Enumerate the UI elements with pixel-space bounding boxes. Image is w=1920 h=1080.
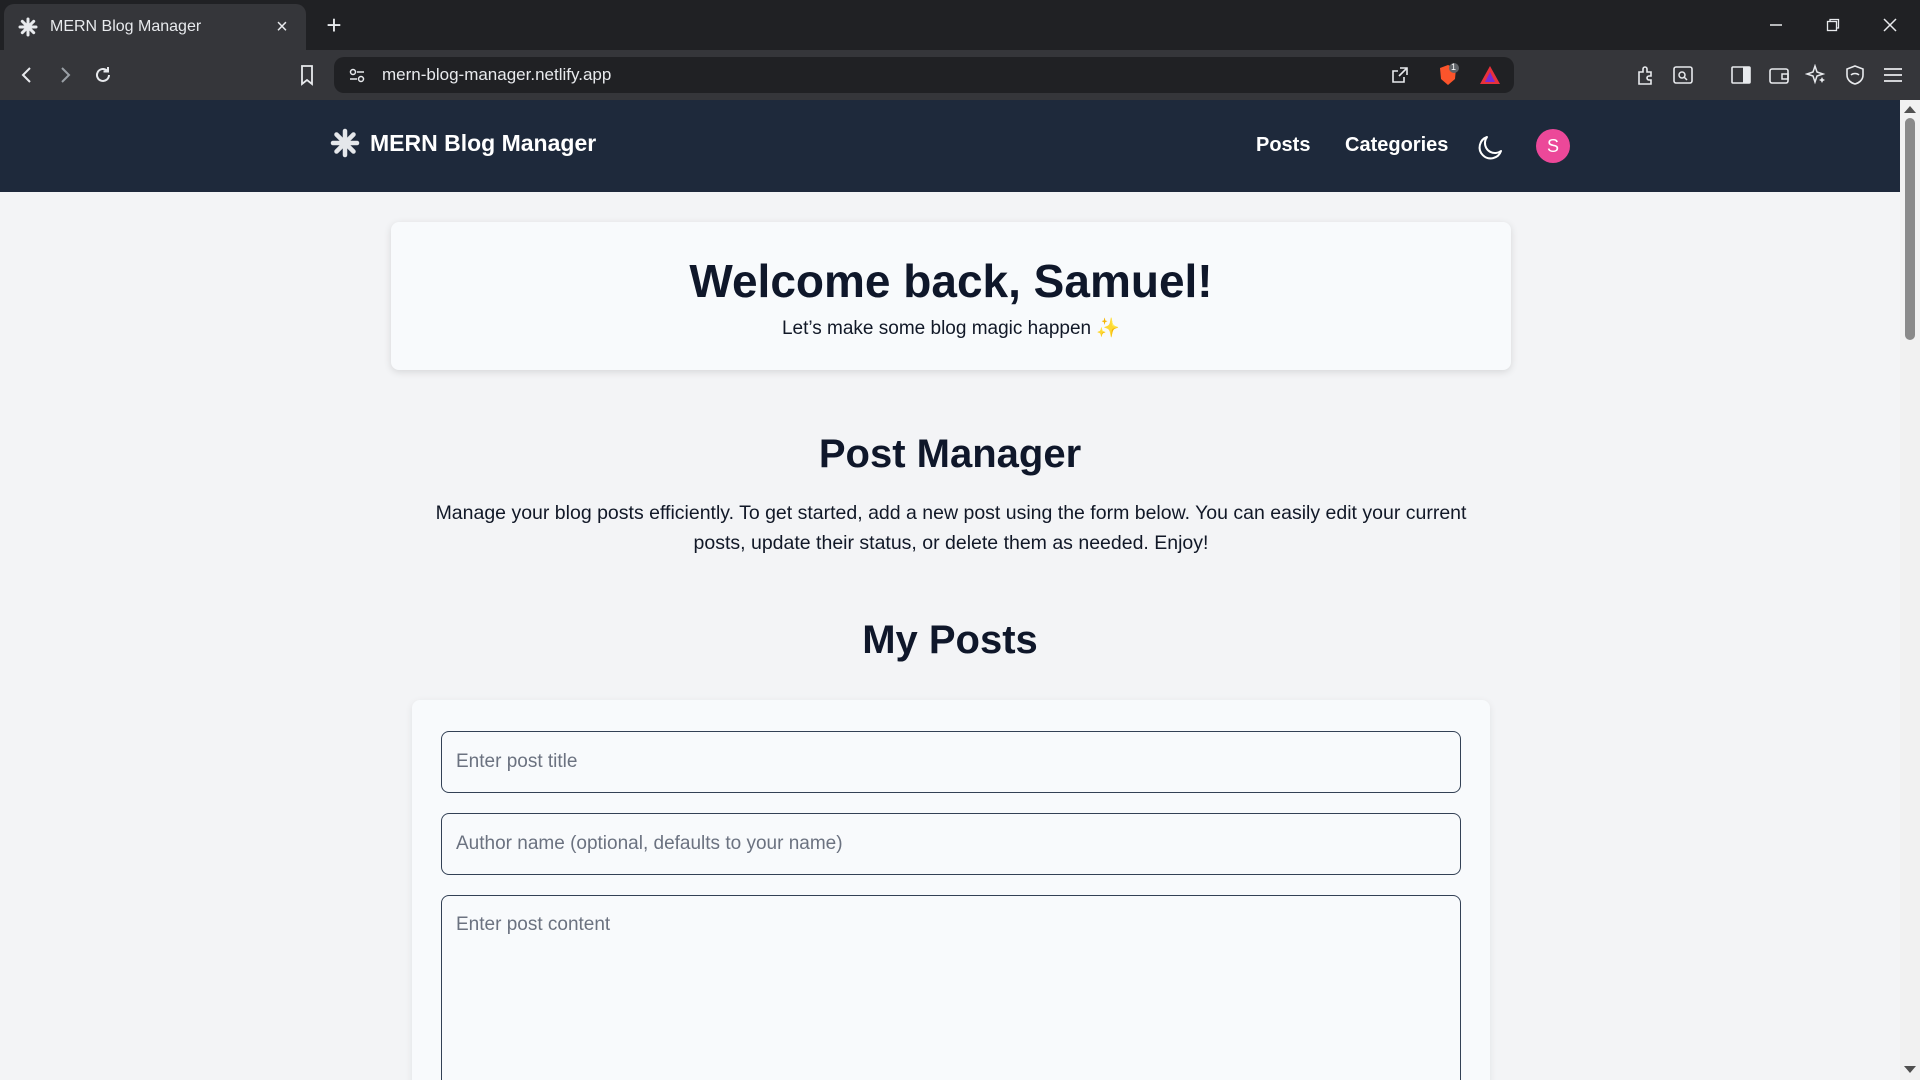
author-name-input[interactable] — [441, 813, 1461, 875]
welcome-title: Welcome back, Samuel! — [689, 255, 1213, 307]
brand-link[interactable]: MERN Blog Manager — [330, 128, 596, 158]
post-manager-description: Manage your blog posts efficiently. To g… — [435, 502, 1467, 554]
new-tab-icon[interactable]: + — [320, 10, 348, 40]
bookmark-icon[interactable] — [294, 62, 320, 88]
nav-posts[interactable]: Posts — [1256, 134, 1310, 157]
asterisk-icon — [18, 17, 38, 37]
scroll-up-arrow-icon[interactable] — [1904, 106, 1916, 113]
app-header: MERN Blog Manager Posts Categories — [0, 100, 1900, 192]
wallet-icon[interactable] — [1766, 62, 1792, 88]
page-scrollbar[interactable] — [1900, 100, 1920, 1080]
nav-categories[interactable]: Categories — [1345, 134, 1448, 157]
avatar-initial: S — [1546, 135, 1559, 156]
welcome-subtitle: Let’s make some blog magic happen ✨ — [781, 318, 1121, 339]
brave-rewards-icon[interactable] — [1479, 65, 1501, 90]
post-manager-title: Post Manager — [818, 432, 1082, 476]
tab-title: MERN Blog Manager — [50, 18, 202, 35]
asterisk-logo-icon — [330, 128, 360, 158]
restore-icon[interactable] — [1817, 10, 1849, 40]
post-title-input[interactable] — [441, 731, 1461, 793]
extensions-icon[interactable] — [1633, 62, 1659, 88]
reload-icon[interactable] — [90, 62, 116, 88]
address-bar[interactable]: mern-blog-manager.netlify.app 1 — [334, 57, 1514, 93]
browser-tab[interactable]: MERN Blog Manager × — [4, 4, 306, 50]
brave-shields-icon[interactable]: 1 — [1436, 62, 1460, 92]
dark-mode-toggle-icon[interactable] — [1476, 134, 1504, 162]
sidebar-icon[interactable] — [1728, 62, 1754, 88]
forward-icon[interactable] — [52, 62, 78, 88]
share-icon[interactable] — [1390, 65, 1410, 90]
url-text[interactable]: mern-blog-manager.netlify.app — [382, 65, 611, 85]
menu-icon[interactable] — [1880, 62, 1906, 88]
welcome-card: Welcome back, Samuel! Let’s make some bl… — [391, 222, 1511, 370]
post-content-textarea[interactable] — [441, 895, 1461, 1080]
reading-mode-icon[interactable] — [1670, 62, 1696, 88]
minimize-icon[interactable] — [1760, 10, 1792, 40]
site-settings-icon[interactable] — [348, 66, 366, 89]
user-avatar[interactable]: S — [1536, 129, 1570, 163]
vpn-icon[interactable] — [1842, 62, 1868, 88]
scroll-down-arrow-icon[interactable] — [1904, 1066, 1916, 1073]
close-tab-icon[interactable]: × — [272, 16, 292, 38]
browser-tab-bar: MERN Blog Manager × + — [0, 0, 1920, 50]
browser-toolbar: mern-blog-manager.netlify.app 1 — [0, 50, 1920, 100]
brand-name: MERN Blog Manager — [370, 129, 597, 156]
close-window-icon[interactable] — [1874, 10, 1906, 40]
my-posts-title: My Posts — [862, 618, 1038, 662]
scrollbar-thumb[interactable] — [1905, 118, 1915, 340]
back-icon[interactable] — [14, 62, 40, 88]
leo-ai-icon[interactable] — [1803, 62, 1829, 88]
brave-badge: 1 — [1451, 62, 1457, 72]
